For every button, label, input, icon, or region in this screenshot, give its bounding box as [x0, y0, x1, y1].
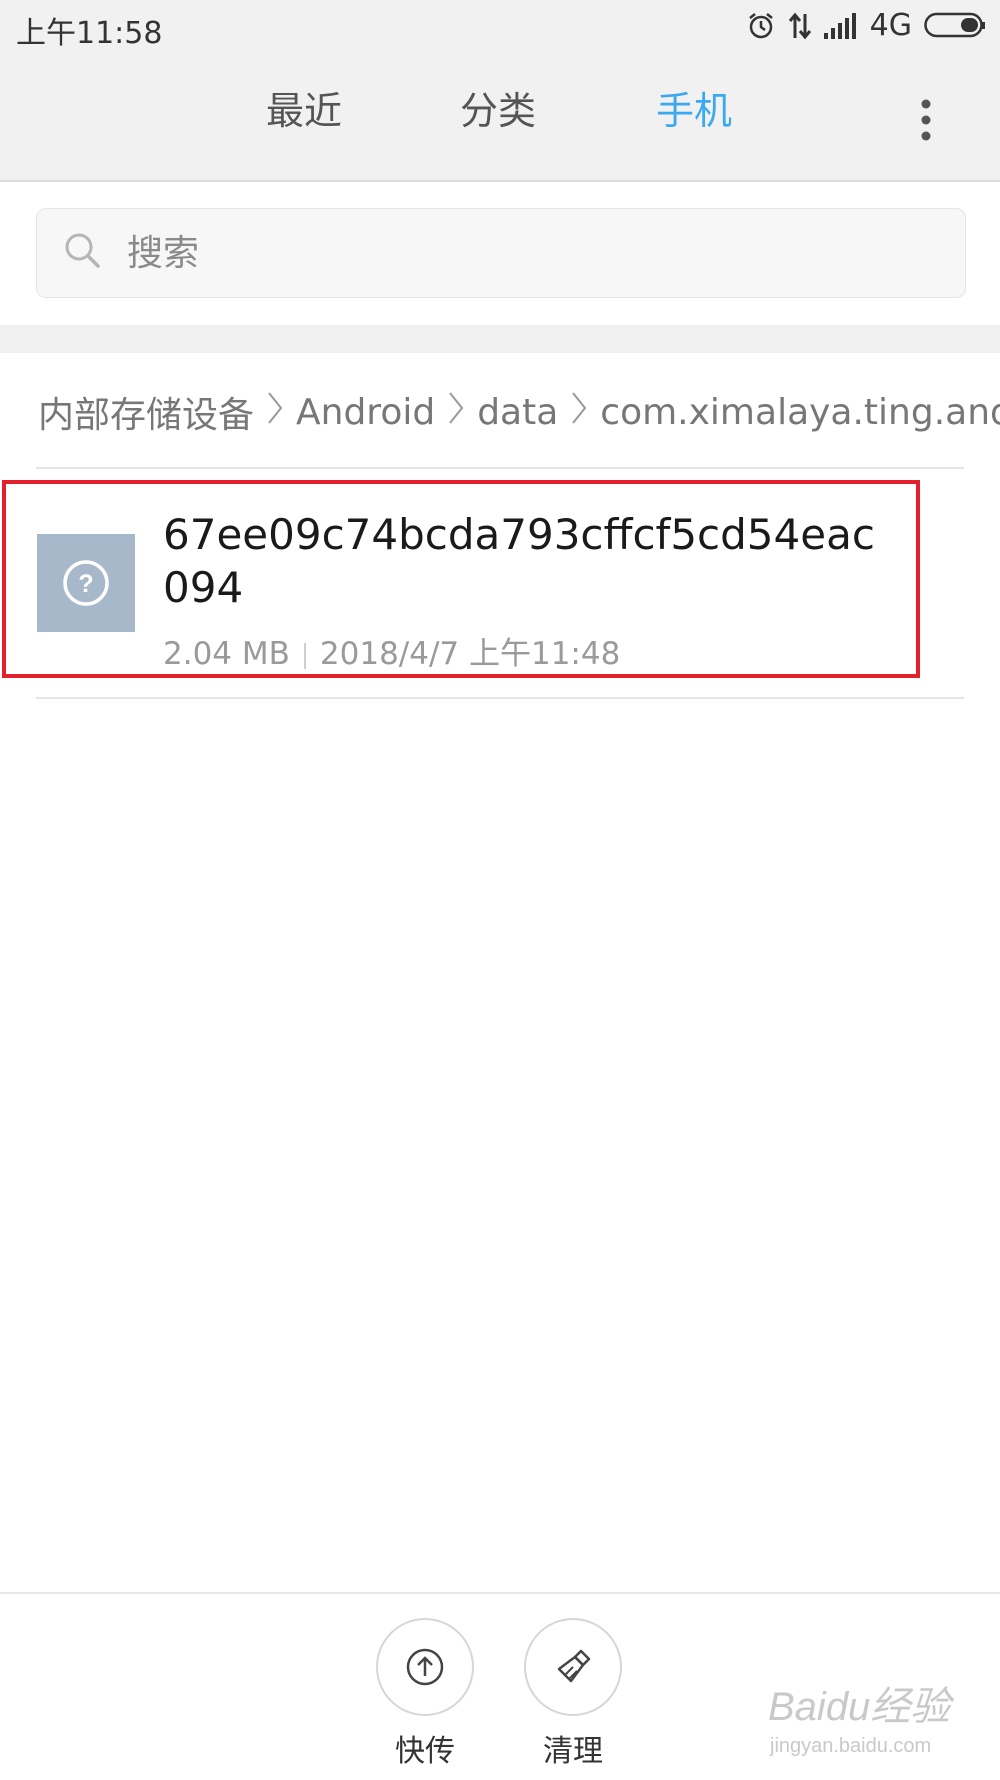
chevron-right-icon — [447, 390, 465, 435]
divider — [36, 467, 964, 469]
status-icons: 4G — [746, 8, 986, 43]
status-bar: 上午11:58 4G — [0, 0, 1000, 56]
file-meta: 2.04 MB 2018/4/7 上午11:48 — [163, 628, 620, 673]
quick-transfer-button[interactable]: 快传 — [370, 1618, 480, 1770]
battery-icon — [924, 12, 986, 40]
network-type: 4G — [869, 8, 912, 43]
top-bar: 上午11:58 4G 最近 分类 手机 — [0, 0, 1000, 182]
file-list-item[interactable]: ? 67ee09c74bcda793cffcf5cd54eac094 2.04 … — [0, 478, 1000, 688]
chevron-right-icon — [570, 390, 588, 435]
signal-icon — [823, 12, 858, 39]
tab-bar: 最近 分类 手机 — [0, 80, 1000, 160]
clean-button[interactable]: 清理 — [518, 1618, 628, 1770]
breadcrumb-item-internal-storage[interactable]: 内部存储设备 — [38, 386, 254, 438]
clean-label: 清理 — [543, 1734, 603, 1769]
data-transfer-icon — [788, 11, 812, 41]
svg-text:?: ? — [78, 570, 93, 598]
more-menu-icon[interactable] — [912, 96, 940, 146]
search-icon — [63, 231, 103, 275]
file-modified: 2018/4/7 上午11:48 — [319, 636, 621, 672]
file-size: 2.04 MB — [163, 636, 290, 672]
file-name: 67ee09c74bcda793cffcf5cd54eac094 — [163, 510, 875, 612]
breadcrumb-item-android[interactable]: Android — [296, 392, 435, 433]
status-time: 上午11:58 — [16, 16, 163, 51]
search-bar[interactable] — [36, 208, 966, 298]
alarm-icon — [746, 11, 776, 41]
broom-icon — [524, 1618, 622, 1716]
upload-icon — [376, 1618, 474, 1716]
breadcrumb-item-app-folder[interactable]: com.ximalaya.ting.andr — [600, 392, 1000, 433]
quick-transfer-label: 快传 — [395, 1734, 455, 1769]
breadcrumb-item-data[interactable]: data — [477, 392, 558, 433]
meta-separator — [303, 642, 306, 669]
tab-recent[interactable]: 最近 — [266, 80, 342, 135]
tab-phone[interactable]: 手机 — [656, 80, 732, 135]
divider — [36, 697, 964, 699]
bottom-action-bar: 快传 清理 — [0, 1592, 1000, 1780]
chevron-right-icon — [266, 390, 284, 435]
section-separator — [0, 325, 1000, 353]
tab-category[interactable]: 分类 — [460, 80, 536, 135]
unknown-file-icon: ? — [37, 534, 135, 632]
breadcrumb: 内部存储设备 Android data com.ximalaya.ting.an… — [38, 382, 1000, 442]
search-input[interactable] — [125, 223, 929, 283]
